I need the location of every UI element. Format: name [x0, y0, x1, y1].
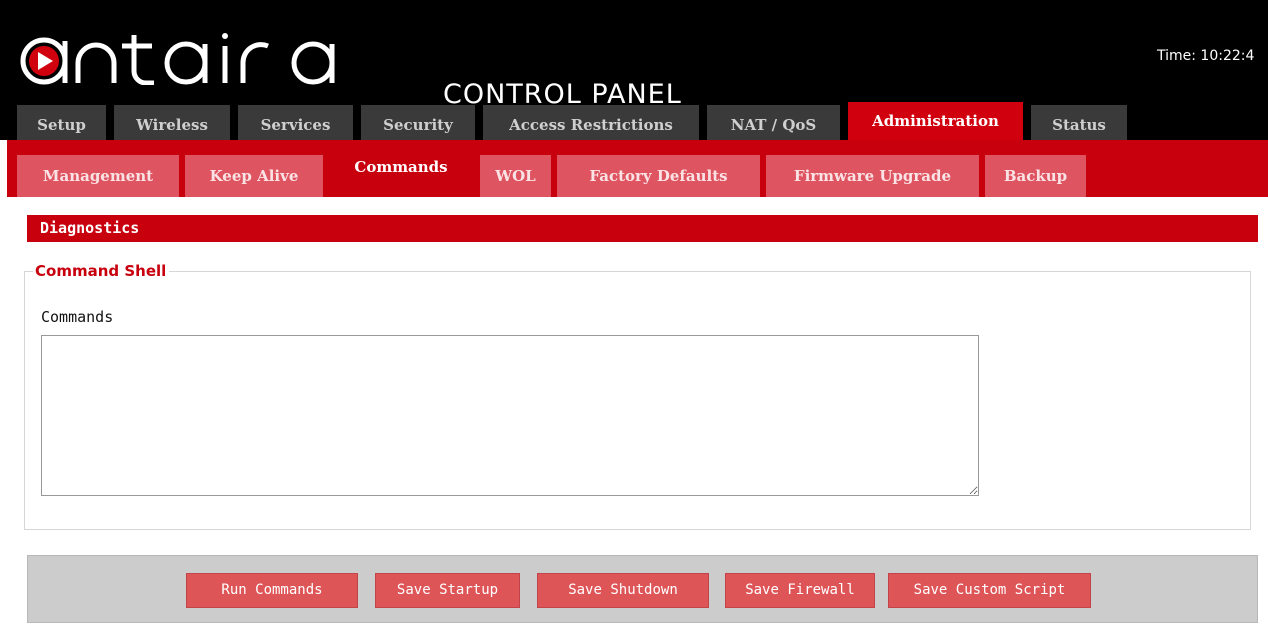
tab-security[interactable]: Security	[361, 105, 475, 140]
antaira-logo: antaira	[16, 33, 335, 85]
subtab-management[interactable]: Management	[17, 155, 179, 197]
commands-label: Commands	[41, 308, 114, 326]
button-bar: Run Commands Save Startup Save Shutdown …	[27, 555, 1258, 623]
save-startup-button[interactable]: Save Startup	[375, 573, 520, 608]
subtab-backup[interactable]: Backup	[985, 155, 1086, 197]
tab-wireless[interactable]: Wireless	[114, 105, 230, 140]
subtab-keep-alive[interactable]: Keep Alive	[185, 155, 323, 197]
tab-services[interactable]: Services	[238, 105, 353, 140]
run-commands-button[interactable]: Run Commands	[186, 573, 358, 608]
subtab-wol[interactable]: WOL	[480, 155, 551, 197]
main-tab-bar: Setup Wireless Services Security Access …	[0, 102, 1268, 140]
save-custom-script-button[interactable]: Save Custom Script	[888, 573, 1091, 608]
subtab-factory-defaults[interactable]: Factory Defaults	[557, 155, 760, 197]
logo-text: antaira	[16, 33, 20, 34]
tab-access-restrictions[interactable]: Access Restrictions	[483, 105, 699, 140]
header: antaira CONTROL PANEL Time: 10:22:4 Setu…	[0, 0, 1268, 140]
save-firewall-button[interactable]: Save Firewall	[725, 573, 875, 608]
submenu-bar: Management Keep Alive Commands WOL Facto…	[7, 140, 1268, 197]
section-title-diagnostics: Diagnostics	[27, 215, 1258, 242]
tab-setup[interactable]: Setup	[17, 105, 106, 140]
subtab-firmware-upgrade[interactable]: Firmware Upgrade	[766, 155, 979, 197]
tab-nat-qos[interactable]: NAT / QoS	[707, 105, 840, 140]
tab-administration[interactable]: Administration	[848, 102, 1023, 140]
command-shell-legend: Command Shell	[33, 262, 170, 280]
main-content: Diagnostics Command Shell Commands Run C…	[7, 197, 1268, 642]
commands-textarea[interactable]	[41, 335, 979, 496]
logo-area: antaira CONTROL PANEL	[8, 19, 776, 110]
time-display: Time: 10:22:4	[1157, 48, 1255, 64]
save-shutdown-button[interactable]: Save Shutdown	[537, 573, 709, 608]
tab-status[interactable]: Status	[1031, 105, 1127, 140]
subtab-commands[interactable]: Commands	[328, 150, 474, 197]
